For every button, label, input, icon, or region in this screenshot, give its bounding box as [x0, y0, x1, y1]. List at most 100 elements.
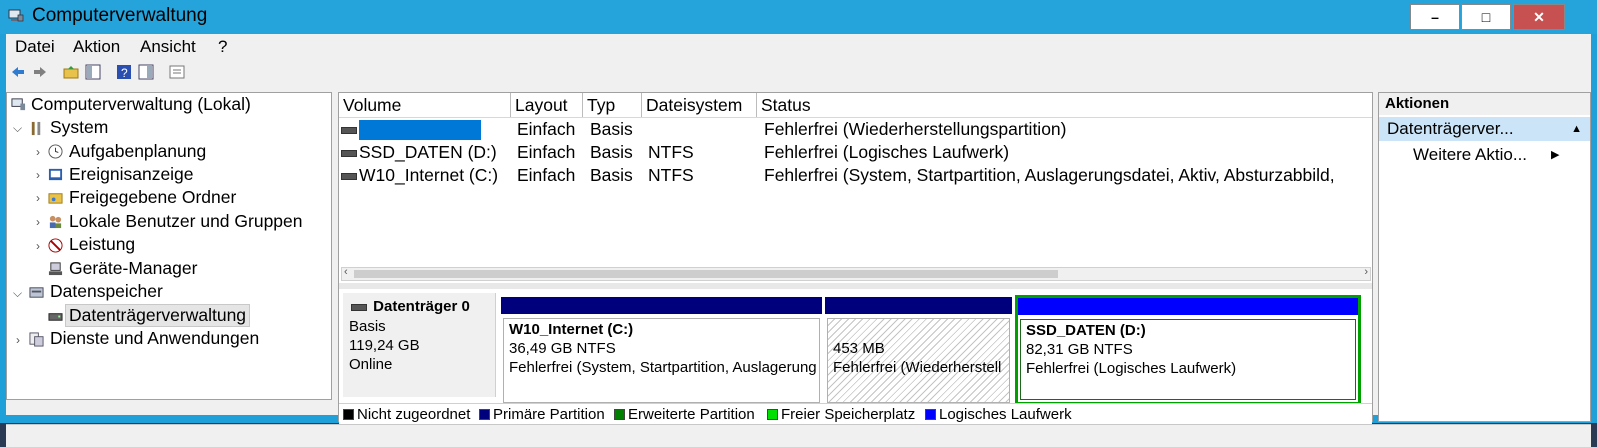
legend-swatch [925, 409, 936, 420]
clock-icon [48, 144, 63, 159]
expand-chevron-icon[interactable]: › [16, 333, 20, 347]
menu-datei[interactable]: Datei [15, 37, 55, 57]
volume-cell: W10_Internet (C:) [341, 164, 498, 187]
expand-chevron-icon[interactable]: › [36, 168, 40, 182]
device-manager-icon [48, 262, 63, 276]
legend-label: Erweiterte Partition [628, 406, 755, 423]
legend-item: Logisches Laufwerk [925, 406, 1072, 423]
legend-swatch [767, 409, 778, 420]
tree-item-system[interactable]: System [50, 117, 108, 138]
collapse-chevron-icon[interactable]: ⌵ [13, 121, 22, 136]
submenu-arrow-icon: ▶ [1551, 149, 1560, 161]
tree-item-dienste[interactable]: Dienste und Anwendungen [50, 328, 259, 349]
partition-recovery[interactable]: 453 MB Fehlerfrei (Wiederherstell [825, 297, 1012, 405]
volume-row[interactable]: W10_Internet (C:) Einfach Basis NTFS Feh… [339, 164, 1372, 187]
collapse-chevron-icon[interactable]: ⌵ [13, 286, 22, 301]
tree-item-leistung[interactable]: Leistung [69, 234, 135, 255]
logical-drive-bar [1018, 298, 1358, 315]
partition-body: SSD_DATEN (D:) 82,31 GB NTFS Fehlerfrei … [1020, 319, 1356, 400]
volume-row[interactable]: SSD_DATEN (D:) Einfach Basis NTFS Fehler… [339, 141, 1372, 164]
legend-item: Freier Speicherplatz [767, 406, 915, 423]
event-viewer-icon [48, 168, 63, 181]
status-cell: Fehlerfrei (System, Startpartition, Ausl… [764, 165, 1335, 185]
legend-label: Freier Speicherplatz [781, 406, 916, 423]
status-cell: Fehlerfrei (Wiederherstellungspartition) [764, 119, 1067, 139]
partition-status: Fehlerfrei (Logisches Laufwerk) [1026, 360, 1237, 377]
scroll-right-icon[interactable]: › [1364, 266, 1368, 278]
more-actions-item[interactable]: Weitere Aktio... ▶ [1413, 143, 1559, 167]
forward-arrow-icon[interactable] [32, 64, 48, 80]
disk-graphical-view: Datenträger 0 Basis 119,24 GB Online W10… [339, 289, 1372, 405]
primary-partition-bar [825, 297, 1012, 314]
tree-item-datenspeicher[interactable]: Datenspeicher [50, 281, 163, 302]
actions-header: Aktionen [1379, 93, 1590, 115]
legend-item: Nicht zugeordnet [343, 406, 470, 423]
users-icon [49, 215, 62, 229]
show-hide-action-pane-icon[interactable] [138, 64, 154, 80]
partition-body: W10_Internet (C:) 36,49 GB NTFS Fehlerfr… [503, 318, 820, 403]
collapse-up-icon[interactable]: ▲ [1571, 117, 1582, 141]
partition-status: Fehlerfrei (System, Startpartition, Ausl… [509, 359, 817, 376]
horizontal-scrollbar[interactable]: ‹ › [341, 266, 1371, 281]
typ-cell: Basis [590, 119, 633, 139]
volume-cell [341, 118, 481, 141]
tree-item-aufgabenplanung[interactable]: Aufgabenplanung [69, 141, 206, 162]
column-header-volume[interactable]: Volume [339, 93, 511, 117]
partition-c[interactable]: W10_Internet (C:) 36,49 GB NTFS Fehlerfr… [501, 297, 822, 405]
maximize-button[interactable]: □ [1461, 4, 1511, 30]
expand-chevron-icon[interactable]: › [36, 145, 40, 159]
menu-bar: Datei Aktion Ansicht ? [6, 34, 1591, 58]
menu-ansicht[interactable]: Ansicht [140, 37, 196, 57]
tree-item-geraete-manager[interactable]: Geräte-Manager [69, 258, 197, 279]
actions-group-datentraeger[interactable]: Datenträgerver... ▲ [1379, 117, 1590, 141]
menu-help[interactable]: ? [218, 37, 227, 57]
close-button[interactable]: ✕ [1513, 4, 1565, 30]
column-header-layout[interactable]: Layout [511, 93, 583, 117]
volume-row[interactable]: Einfach Basis Fehlerfrei (Wiederherstell… [339, 118, 1372, 141]
client-area: Datei Aktion Ansicht ? ? Computerverwalt… [6, 34, 1591, 447]
tree-item-lokale-benutzer[interactable]: Lokale Benutzer und Gruppen [69, 211, 303, 232]
fs-cell: NTFS [648, 165, 694, 185]
properties-icon[interactable] [169, 64, 185, 80]
window-title: Computerverwaltung [32, 5, 208, 26]
disk-management-pane: Volume Layout Typ Dateisystem Status Ein… [338, 92, 1373, 424]
title-bar[interactable]: Computerverwaltung – □ ✕ [0, 0, 1597, 34]
scroll-left-icon[interactable]: ‹ [344, 266, 348, 278]
back-arrow-icon[interactable] [10, 64, 26, 80]
computer-management-icon [8, 9, 24, 22]
volume-icon [341, 172, 357, 180]
tree-item-freigegebene-ordner[interactable]: Freigegebene Ordner [69, 187, 236, 208]
help-icon[interactable]: ? [116, 64, 132, 80]
legend-swatch [343, 409, 354, 420]
column-header-dateisystem[interactable]: Dateisystem [642, 93, 757, 117]
expand-chevron-icon[interactable]: › [36, 239, 40, 253]
partition-d[interactable]: SSD_DATEN (D:) 82,31 GB NTFS Fehlerfrei … [1015, 295, 1361, 405]
disk-name-row: Datenträger 0 [351, 298, 470, 315]
up-folder-icon[interactable] [63, 64, 79, 80]
legend-item: Primäre Partition [479, 406, 605, 423]
legend-label: Nicht zugeordnet [357, 406, 471, 423]
column-header-status[interactable]: Status [757, 93, 1372, 117]
show-hide-tree-icon[interactable] [85, 64, 101, 80]
redacted-volume-name [359, 120, 481, 141]
column-header-typ[interactable]: Typ [583, 93, 642, 117]
tree-item-root[interactable]: Computerverwaltung (Lokal) [31, 94, 251, 115]
services-icon [29, 332, 44, 347]
volume-icon [341, 149, 357, 157]
navigation-tree: Computerverwaltung (Lokal) ⌵ System › Au… [6, 92, 332, 400]
expand-chevron-icon[interactable]: › [36, 191, 40, 205]
minimize-button[interactable]: – [1410, 4, 1460, 30]
status-cell: Fehlerfrei (Logisches Laufwerk) [764, 142, 1010, 162]
legend-label: Logisches Laufwerk [939, 406, 1072, 423]
menu-aktion[interactable]: Aktion [73, 37, 120, 57]
partition-size: 453 MB [833, 340, 885, 357]
tree-item-ereignisanzeige[interactable]: Ereignisanzeige [69, 164, 194, 185]
typ-cell: Basis [590, 165, 633, 185]
svg-text:?: ? [121, 66, 128, 80]
primary-partition-bar [501, 297, 822, 314]
tree-item-datentraegerverwaltung[interactable]: Datenträgerverwaltung [64, 304, 251, 327]
scroll-thumb[interactable] [354, 270, 1058, 278]
expand-chevron-icon[interactable]: › [36, 215, 40, 229]
disk-info[interactable]: Datenträger 0 Basis 119,24 GB Online [343, 293, 496, 397]
shared-folder-icon [48, 193, 63, 204]
